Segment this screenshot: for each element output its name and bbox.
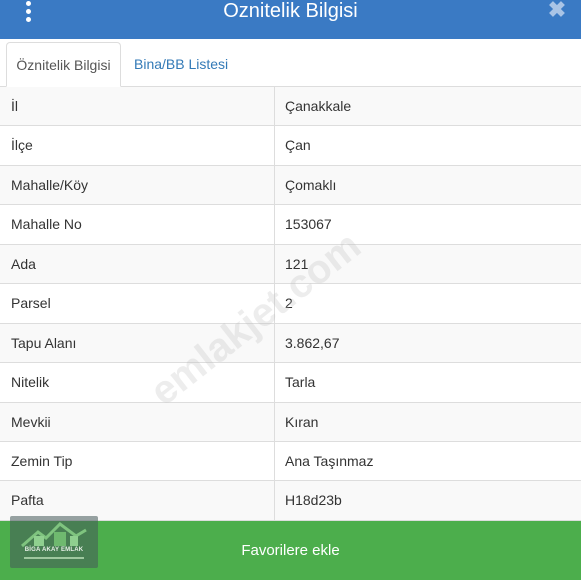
- attribute-value: Tarla: [285, 374, 316, 391]
- table-row: İl Çanakkale: [0, 87, 581, 127]
- attribute-info-panel: Oznitelik Bilgisi ✖ Öznitelik Bilgisi Bi…: [0, 0, 581, 580]
- attribute-table: İl Çanakkale İlçe Çan Mahalle/Köy Çomaklı Maha…: [0, 87, 581, 521]
- house-logo-icon: BİGA AKAY EMLAK: [10, 516, 98, 568]
- attribute-value: 121: [285, 255, 309, 272]
- close-icon[interactable]: ✖: [547, 0, 567, 21]
- cell-divider: [274, 126, 275, 165]
- tab-bar: Öznitelik Bilgisi Bina/BB Listesi: [0, 39, 581, 87]
- panel-header: Oznitelik Bilgisi ✖: [0, 0, 581, 39]
- table-row: Mahalle/Köy Çomaklı: [0, 165, 581, 206]
- attribute-key: Zemin Tip: [11, 452, 73, 469]
- attribute-value: 2: [285, 295, 293, 312]
- attribute-key: İlçe: [11, 137, 33, 154]
- attribute-value: 153067: [285, 216, 332, 233]
- table-row: İlçe Çan: [0, 126, 581, 166]
- cell-divider: [274, 323, 275, 363]
- attribute-value: Çomaklı: [285, 176, 337, 193]
- cell-divider: [274, 402, 275, 441]
- cell-divider: [274, 363, 275, 402]
- cell-divider: [274, 284, 275, 323]
- attribute-value: Ana Taşınmaz: [285, 452, 374, 469]
- attribute-value: Çanakkale: [285, 98, 352, 114]
- table-row: Mevkii Kıran: [0, 402, 581, 442]
- attribute-key: Ada: [11, 255, 36, 272]
- attribute-value: 3.862,67: [285, 334, 340, 351]
- tab-building-list[interactable]: Bina/BB Listesi: [124, 42, 238, 87]
- table-row: Tapu Alanı 3.862,67: [0, 323, 581, 364]
- cell-divider: [274, 205, 275, 244]
- attribute-key: Mevkii: [11, 413, 51, 430]
- table-row: Ada 121: [0, 244, 581, 285]
- panel-title: Oznitelik Bilgisi: [223, 0, 358, 22]
- attribute-key: İl: [11, 98, 18, 114]
- table-row: Nitelik Tarla: [0, 363, 581, 403]
- cell-divider: [274, 165, 275, 205]
- attribute-key: Mahalle/Köy: [11, 176, 89, 193]
- table-row: Pafta H18d23b: [0, 481, 581, 521]
- attribute-key: Nitelik: [11, 374, 50, 391]
- attribute-key: Tapu Alanı: [11, 334, 77, 351]
- cell-divider: [274, 244, 275, 284]
- attribute-key: Parsel: [11, 295, 51, 312]
- logo-text: BİGA AKAY EMLAK: [24, 547, 84, 553]
- attribute-key: Pafta: [11, 492, 44, 509]
- table-row: Zemin Tip Ana Taşınmaz: [0, 441, 581, 482]
- cell-divider: [274, 441, 275, 481]
- attribute-key: Mahalle No: [11, 216, 82, 233]
- table-row: Mahalle No 153067: [0, 205, 581, 245]
- tab-attribute-info[interactable]: Öznitelik Bilgisi: [6, 42, 121, 87]
- attribute-value: Kıran: [285, 413, 319, 430]
- table-row: Parsel 2: [0, 284, 581, 324]
- cell-divider: [274, 481, 275, 520]
- cell-divider: [274, 87, 275, 126]
- attribute-value: H18d23b: [285, 492, 342, 509]
- attribute-value: Çan: [285, 137, 311, 154]
